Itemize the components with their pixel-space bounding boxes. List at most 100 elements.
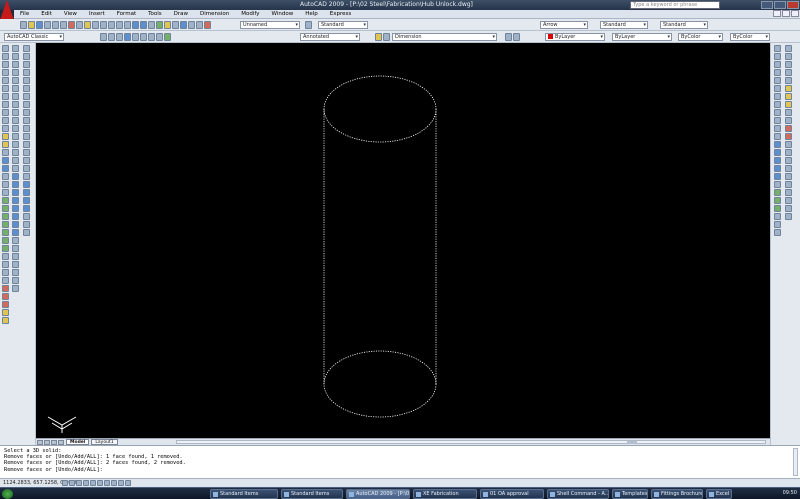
snap-quadrant-icon[interactable] (23, 109, 30, 116)
dimension-aligned-icon[interactable] (23, 189, 30, 196)
taskbar-item[interactable]: Templates (612, 489, 648, 499)
hyperlink-icon[interactable] (785, 125, 792, 132)
table-style-select[interactable]: Standard (600, 21, 648, 29)
publish-icon[interactable] (60, 21, 67, 29)
plot-icon[interactable] (44, 21, 51, 29)
visual-styles-manager-icon[interactable] (774, 181, 781, 188)
snap-parallel-icon[interactable] (23, 133, 30, 140)
continuous-orbit-icon[interactable] (774, 229, 781, 236)
first-tab-icon[interactable] (37, 439, 43, 445)
menu-view[interactable]: View (58, 11, 83, 17)
undo-icon[interactable] (108, 21, 115, 29)
zoom-previous-icon[interactable] (148, 21, 155, 29)
snap-intersection-icon[interactable] (23, 77, 30, 84)
leader-icon[interactable] (23, 213, 30, 220)
dynamic-input-icon[interactable] (111, 480, 117, 486)
find-icon[interactable] (785, 93, 792, 100)
spell-check-icon[interactable] (785, 101, 792, 108)
scale-text-icon[interactable] (785, 109, 792, 116)
snap-tangent-icon[interactable] (23, 117, 30, 124)
group-icon[interactable] (785, 197, 792, 204)
menu-edit[interactable]: Edit (35, 11, 58, 17)
autocad-logo-icon[interactable] (0, 0, 14, 20)
copy-icon[interactable] (76, 21, 83, 29)
menu-modify[interactable]: Modify (235, 11, 265, 17)
menu-window[interactable]: Window (266, 11, 300, 17)
taskbar-item[interactable]: XE Fabrication (413, 489, 477, 499)
command-prompt[interactable]: Remove faces or [Undo/Add/ALL]: (4, 467, 796, 473)
polygon-icon[interactable] (2, 69, 9, 76)
view-se-iso-icon[interactable] (774, 109, 781, 116)
ucs-world-icon[interactable] (108, 33, 115, 41)
taskbar-item[interactable]: Fittings Brochures (651, 489, 703, 499)
check-icon[interactable] (12, 285, 19, 292)
extend-icon[interactable] (12, 125, 19, 132)
horizontal-scroll-thumb[interactable] (627, 441, 637, 444)
doc-close-icon[interactable] (791, 10, 799, 17)
view-top-icon[interactable] (774, 53, 781, 60)
color-faces-icon[interactable] (12, 229, 19, 236)
taskbar-item[interactable]: Shell Command - A... (547, 489, 609, 499)
intersect-icon[interactable] (2, 301, 9, 308)
distance-icon[interactable] (785, 45, 792, 52)
linetype-select[interactable]: ByLayer (612, 33, 672, 41)
dynamic-ucs-icon[interactable] (104, 480, 110, 486)
fillet-icon[interactable] (12, 157, 19, 164)
layout-icon[interactable] (785, 173, 792, 180)
ellipse-icon[interactable] (2, 117, 9, 124)
line-icon[interactable] (2, 45, 9, 52)
revolve-icon[interactable] (2, 261, 9, 268)
snap-center-icon[interactable] (23, 101, 30, 108)
taskbar-item-active[interactable]: AutoCAD 2009 - [P:\02 St... (346, 489, 410, 499)
zoom-window-icon[interactable] (140, 21, 147, 29)
snap-node-icon[interactable] (23, 149, 30, 156)
minimize-icon[interactable] (761, 1, 773, 9)
imprint-icon[interactable] (12, 253, 19, 260)
render-icon[interactable] (164, 33, 171, 41)
scale-icon[interactable] (12, 101, 19, 108)
block-editor-icon[interactable] (100, 21, 107, 29)
make-block-icon[interactable] (2, 141, 9, 148)
cut-icon[interactable] (68, 21, 75, 29)
temp-track-icon[interactable] (23, 45, 30, 52)
camera-icon[interactable] (774, 133, 781, 140)
erase-icon[interactable] (12, 45, 19, 52)
menu-file[interactable]: File (14, 11, 35, 17)
rectangle-icon[interactable] (2, 77, 9, 84)
explode-icon[interactable] (12, 165, 19, 172)
doc-minimize-icon[interactable] (773, 10, 781, 17)
layer-state-select[interactable]: Annotated (300, 33, 360, 41)
lights-icon[interactable] (774, 197, 781, 204)
area-icon[interactable] (785, 53, 792, 60)
zoom-realtime-icon[interactable] (132, 21, 139, 29)
separate-icon[interactable] (12, 269, 19, 276)
layer-previous-icon[interactable] (513, 33, 520, 41)
view-right-icon[interactable] (774, 77, 781, 84)
help-search-input[interactable]: Type a keyword or phrase (630, 1, 720, 9)
last-tab-icon[interactable] (58, 439, 64, 445)
copy-faces-icon[interactable] (12, 221, 19, 228)
construction-line-icon[interactable] (2, 53, 9, 60)
view-back-icon[interactable] (774, 93, 781, 100)
menu-tools[interactable]: Tools (142, 11, 168, 17)
view-ne-iso-icon[interactable] (774, 117, 781, 124)
move-faces-icon[interactable] (12, 181, 19, 188)
view-sw-iso-icon[interactable] (774, 101, 781, 108)
design-center-icon[interactable] (164, 21, 171, 29)
drawing-canvas[interactable] (36, 43, 770, 438)
top-view-icon[interactable] (132, 33, 139, 41)
properties-icon[interactable] (156, 21, 163, 29)
union-icon[interactable] (2, 285, 9, 292)
copy-object-icon[interactable] (12, 53, 19, 60)
clean-icon[interactable] (12, 261, 19, 268)
snap-apparent-icon[interactable] (23, 85, 30, 92)
offset-faces-icon[interactable] (12, 189, 19, 196)
mass-properties-icon[interactable] (785, 61, 792, 68)
ucs-icon[interactable] (100, 33, 107, 41)
iso-view-icon[interactable] (148, 33, 155, 41)
move-icon[interactable] (12, 85, 19, 92)
text-style-icon[interactable] (305, 21, 312, 29)
workspace-select[interactable]: AutoCAD Classic (4, 33, 64, 41)
rotate-icon[interactable] (12, 93, 19, 100)
named-view-select[interactable]: Unnamed (240, 21, 300, 29)
